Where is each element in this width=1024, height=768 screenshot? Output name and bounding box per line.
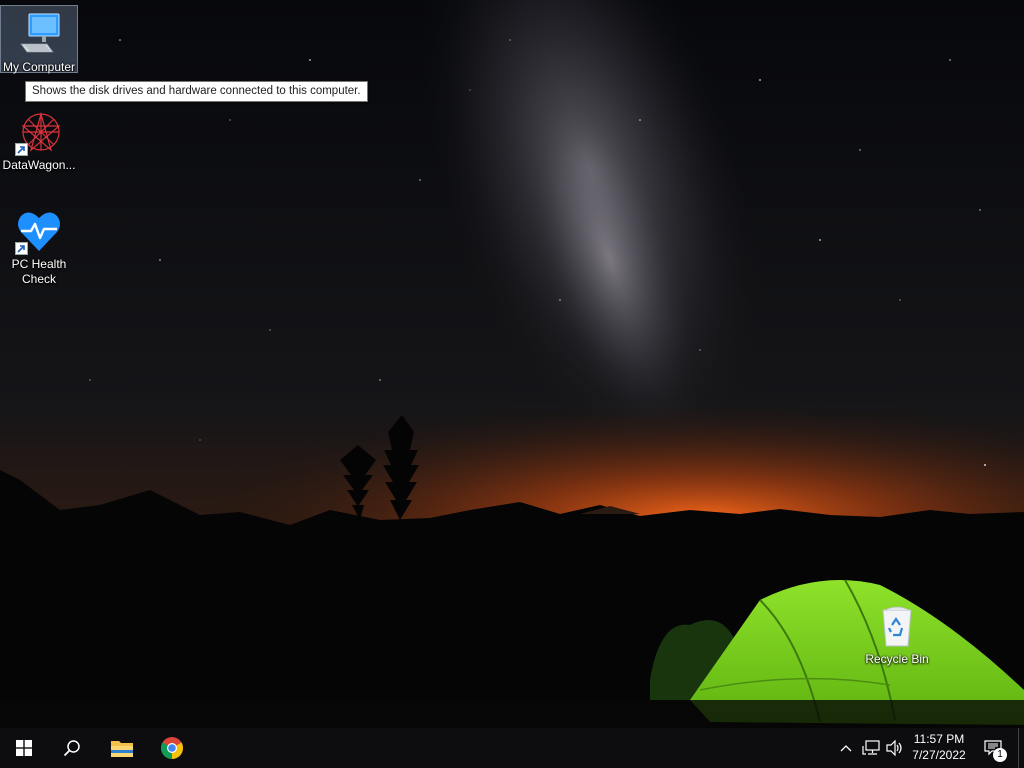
network-button[interactable]: [859, 728, 883, 768]
tooltip: Shows the disk drives and hardware conne…: [25, 81, 368, 102]
clock-time: 11:57 PM: [913, 732, 965, 746]
computer-icon: [15, 10, 63, 58]
action-center-button[interactable]: 1: [978, 728, 1008, 768]
heart-pulse-icon: [15, 207, 63, 255]
volume-button[interactable]: [884, 728, 906, 768]
search-icon: [63, 740, 80, 757]
desktop-icon-my-computer[interactable]: My Computer: [0, 5, 78, 74]
desktop[interactable]: My Computer DataWagon... PC Health Check…: [0, 0, 1024, 728]
shortcut-arrow-icon: [15, 143, 28, 156]
speaker-icon: [886, 740, 902, 756]
taskbar: 11:57 PM 7/27/2022 1: [0, 728, 1024, 768]
file-explorer-button[interactable]: [98, 728, 146, 768]
file-explorer-icon: [111, 741, 133, 757]
desktop-icon-label: My Computer: [2, 60, 76, 74]
windows-logo-icon: [16, 740, 32, 756]
desktop-icon-recycle-bin[interactable]: Recycle Bin: [859, 598, 935, 667]
shortcut-arrow-icon: [15, 242, 28, 255]
datawagon-icon: [15, 108, 63, 156]
network-icon: [862, 740, 880, 755]
recycle-bin-icon: [873, 602, 921, 650]
search-button[interactable]: [48, 728, 96, 768]
notification-badge: 1: [993, 748, 1007, 762]
chevron-up-icon: [840, 745, 852, 752]
desktop-icon-pc-health-check[interactable]: PC Health Check: [1, 203, 77, 287]
start-button[interactable]: [0, 728, 48, 768]
chrome-icon: [161, 737, 183, 759]
clock[interactable]: 11:57 PM 7/27/2022: [906, 731, 972, 763]
chrome-button[interactable]: [148, 728, 196, 768]
desktop-icon-datawagon[interactable]: DataWagon...: [1, 104, 77, 173]
clock-date: 7/27/2022: [912, 748, 966, 762]
show-hidden-icons-button[interactable]: [836, 728, 856, 768]
desktop-icon-label: PC Health Check: [11, 257, 67, 286]
show-desktop-button[interactable]: [1018, 728, 1024, 768]
desktop-icon-label: DataWagon...: [2, 158, 76, 172]
desktop-icon-label: Recycle Bin: [865, 652, 929, 666]
